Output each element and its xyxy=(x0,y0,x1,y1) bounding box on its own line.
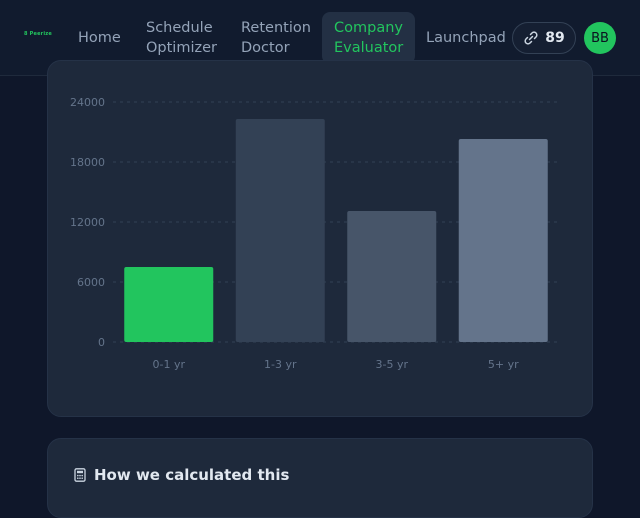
y-tick-label: 6000 xyxy=(77,276,105,289)
x-tick-label: 3-5 yr xyxy=(376,358,409,371)
tenure-bar-chart: 0 6000 12000 18000 24000 0-1 yr 1-3 yr 3-5 yr 5+… xyxy=(70,96,559,371)
calculation-card-title: How we calculated this xyxy=(94,466,290,484)
calculation-card-header[interactable]: How we calculated this xyxy=(74,466,289,484)
y-tick-label: 18000 xyxy=(70,156,105,169)
x-tick-label: 1-3 yr xyxy=(264,358,297,371)
bar-5-yr[interactable] xyxy=(458,139,548,342)
calculation-card: How we calculated this xyxy=(47,438,593,518)
y-tick-label: 12000 xyxy=(70,216,105,229)
bar-3-5-yr[interactable] xyxy=(347,211,437,342)
bar-1-3-yr[interactable] xyxy=(235,119,325,342)
x-tick-label: 5+ yr xyxy=(488,358,519,371)
x-tick-label: 0-1 yr xyxy=(153,358,186,371)
salary-by-tenure-chart-card: 0 6000 12000 18000 24000 0-1 yr 1-3 yr 3-5 yr 5+… xyxy=(47,60,593,417)
y-tick-label: 0 xyxy=(98,336,105,349)
bar-0-1-yr[interactable] xyxy=(124,267,214,342)
y-tick-label: 24000 xyxy=(70,96,105,109)
